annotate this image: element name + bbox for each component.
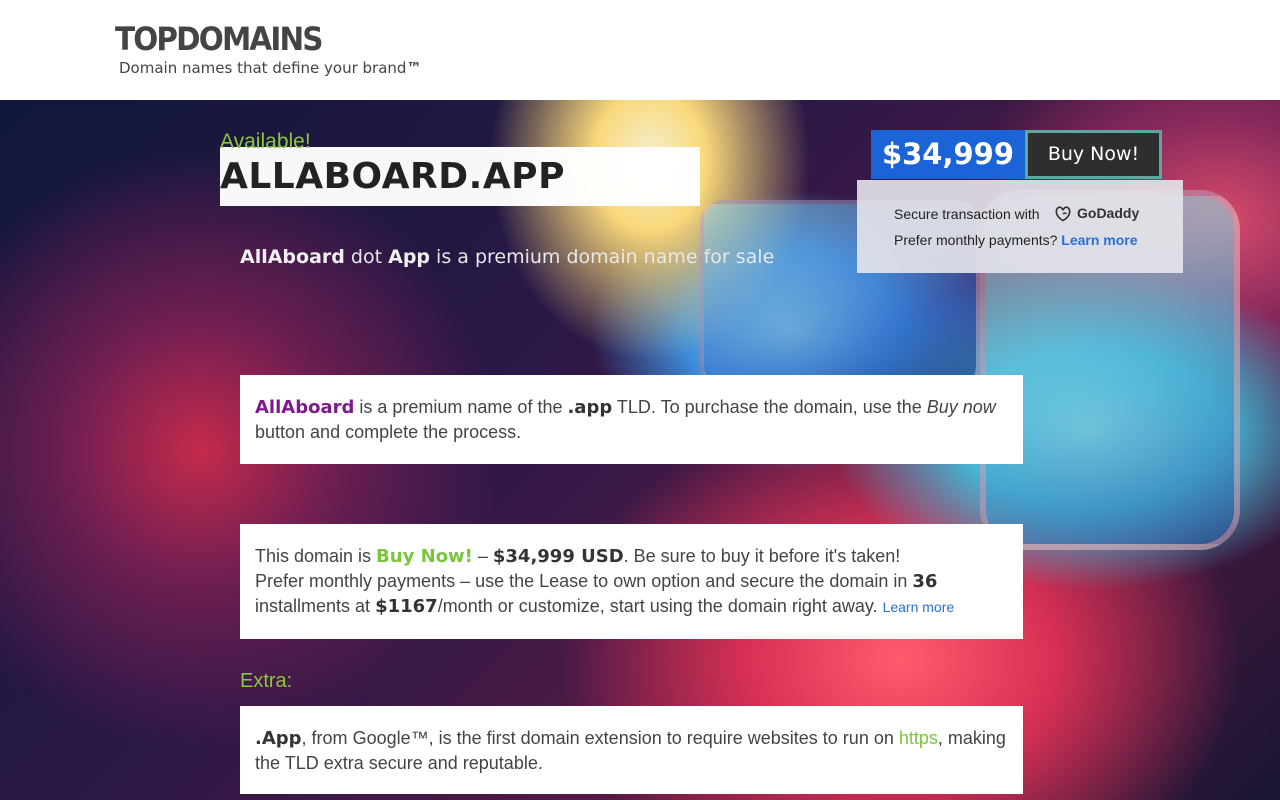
card2-text1: This domain is	[255, 546, 377, 566]
price-tag: $34,999	[871, 130, 1025, 179]
subtitle-tld: App	[388, 246, 431, 268]
card3-google: Google™	[352, 728, 429, 748]
secure-transaction-panel	[857, 180, 1183, 273]
extra-label: Extra:	[240, 670, 293, 692]
subtitle-rest: is a premium domain name for sale	[430, 246, 775, 268]
info-card-extra: .App, from Google™, is the first domain …	[240, 706, 1023, 794]
card1-buy-now-italic: Buy now	[926, 397, 996, 417]
card3-text2: , is the first domain extension to requi…	[428, 728, 899, 748]
secure-transaction-text: Secure transaction with	[894, 206, 1040, 222]
card2-installments-text: installments at	[255, 596, 376, 616]
card2-buy-now[interactable]: Buy Now!	[376, 546, 473, 567]
site-header: TOPDOMAINS Domain names that define your…	[0, 0, 1280, 100]
card2-text3: . Be sure to buy it before it's taken!	[623, 546, 901, 566]
available-label: Available!	[220, 130, 311, 153]
trademark-symbol: ™	[406, 59, 422, 77]
card2-months: 36	[912, 571, 938, 592]
card2-learn-more-link[interactable]: Learn more	[883, 599, 955, 615]
card2-lease-text: Prefer monthly payments – use the Lease …	[255, 571, 913, 591]
card2-dash: –	[472, 546, 493, 566]
learn-more-link[interactable]: Learn more	[1061, 232, 1137, 248]
info-card-pricing: This domain is Buy Now! – $34,999 USD. B…	[240, 524, 1023, 639]
card3-text3: , making	[937, 728, 1006, 748]
card1-line2: button and complete the process.	[255, 422, 522, 442]
card3-line1: .App, from Google™, is the first domain …	[255, 726, 1006, 751]
card3-https: https	[898, 728, 938, 748]
card1-text2: TLD. To purchase the domain, use the	[612, 397, 927, 417]
tagline-text: Domain names that define your brand	[119, 59, 407, 77]
godaddy-label: GoDaddy	[1077, 205, 1140, 221]
godaddy-logo: GoDaddy	[1053, 203, 1139, 223]
card3-tld: .App	[255, 728, 302, 749]
card1-tld: .app	[567, 397, 613, 418]
card1-domain-name: AllAboard	[255, 397, 355, 418]
domain-subtitle: AllAboard dot App is a premium domain na…	[240, 246, 774, 268]
subtitle-dot: dot	[344, 246, 389, 268]
card2-line2: Prefer monthly payments – use the Lease …	[255, 569, 937, 594]
info-card-purchase: AllAboard is a premium name of the .app …	[240, 375, 1023, 464]
card3-line2: the TLD extra secure and reputable.	[255, 753, 543, 773]
site-logo[interactable]: TOPDOMAINS	[115, 20, 323, 58]
card3-text1: , from	[301, 728, 353, 748]
buy-now-button[interactable]: Buy Now!	[1025, 130, 1162, 179]
card2-line1: This domain is Buy Now! – $34,999 USD. B…	[255, 544, 900, 569]
monthly-text: Prefer monthly payments?	[894, 232, 1058, 248]
card1-line1: AllAboard is a premium name of the .app …	[255, 395, 996, 420]
card2-month-text: /month or customize, start using the dom…	[437, 596, 883, 616]
subtitle-name: AllAboard	[240, 246, 345, 268]
card2-line3: installments at $1167/month or customize…	[255, 594, 954, 620]
monthly-payments-prompt: Prefer monthly payments? Learn more	[894, 232, 1138, 248]
site-tagline: Domain names that define your brand™	[119, 59, 421, 77]
card1-text1: is a premium name of the	[354, 397, 568, 417]
domain-name-title: ALLABOARD.APP	[220, 156, 565, 197]
card2-monthly-price: $1167	[375, 596, 438, 617]
card2-price: $34,999 USD	[492, 546, 624, 567]
godaddy-icon	[1055, 206, 1071, 222]
